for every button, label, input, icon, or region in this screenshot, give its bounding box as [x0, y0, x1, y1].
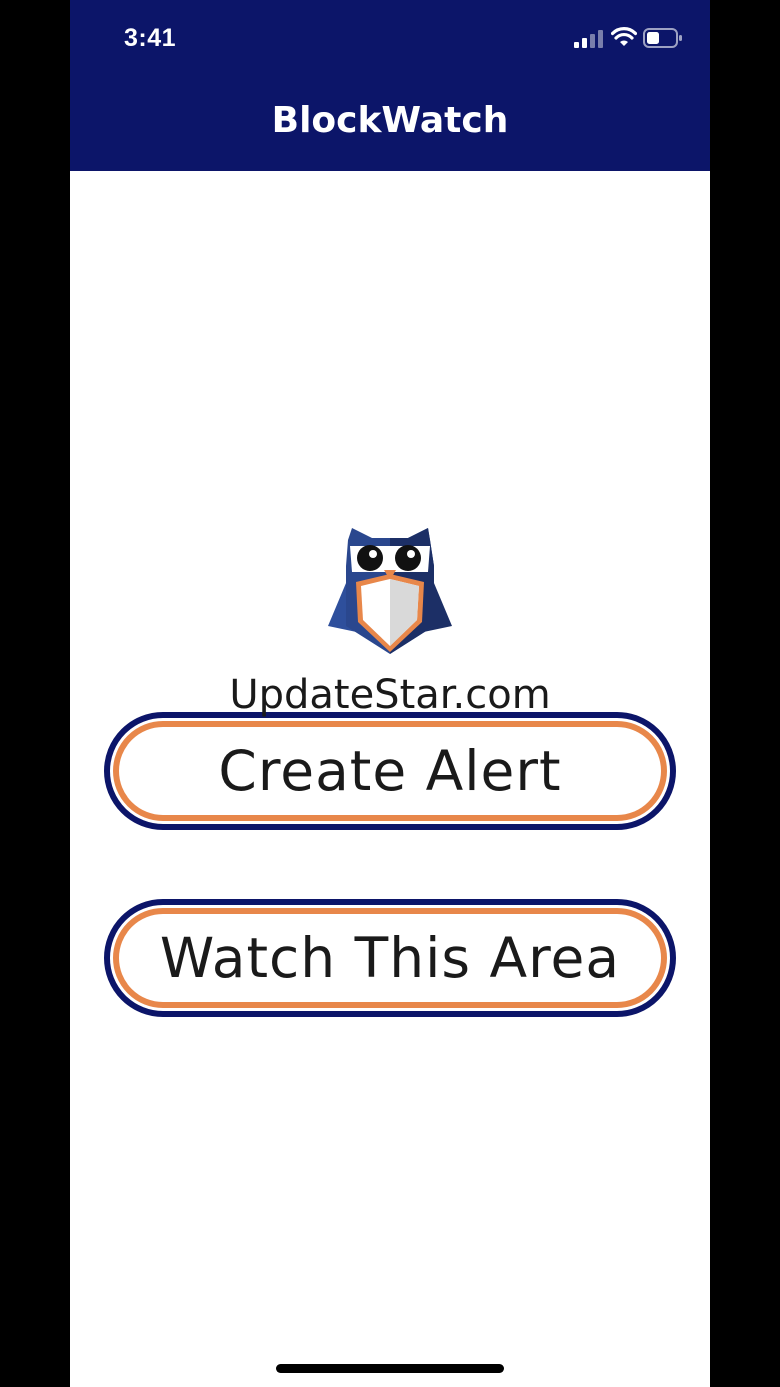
- home-indicator[interactable]: [276, 1364, 504, 1373]
- wifi-icon: [611, 27, 637, 46]
- status-time: 3:41: [124, 24, 177, 52]
- create-alert-button[interactable]: Create Alert: [104, 712, 676, 830]
- app-title: BlockWatch: [271, 100, 509, 141]
- watch-this-area-label: Watch This Area: [113, 908, 667, 1008]
- app-header: 3:41 BlockWatch: [70, 0, 710, 171]
- battery-icon: [643, 28, 682, 48]
- watermark-text: UpdateStar.com: [229, 672, 551, 718]
- owl-shield-icon: [328, 528, 452, 654]
- create-alert-label: Create Alert: [113, 721, 667, 821]
- cellular-signal-icon: [574, 30, 603, 48]
- app-screen: 3:41 BlockWatch UpdateStar.com Create Al…: [70, 0, 710, 1387]
- watch-this-area-button[interactable]: Watch This Area: [104, 899, 676, 1017]
